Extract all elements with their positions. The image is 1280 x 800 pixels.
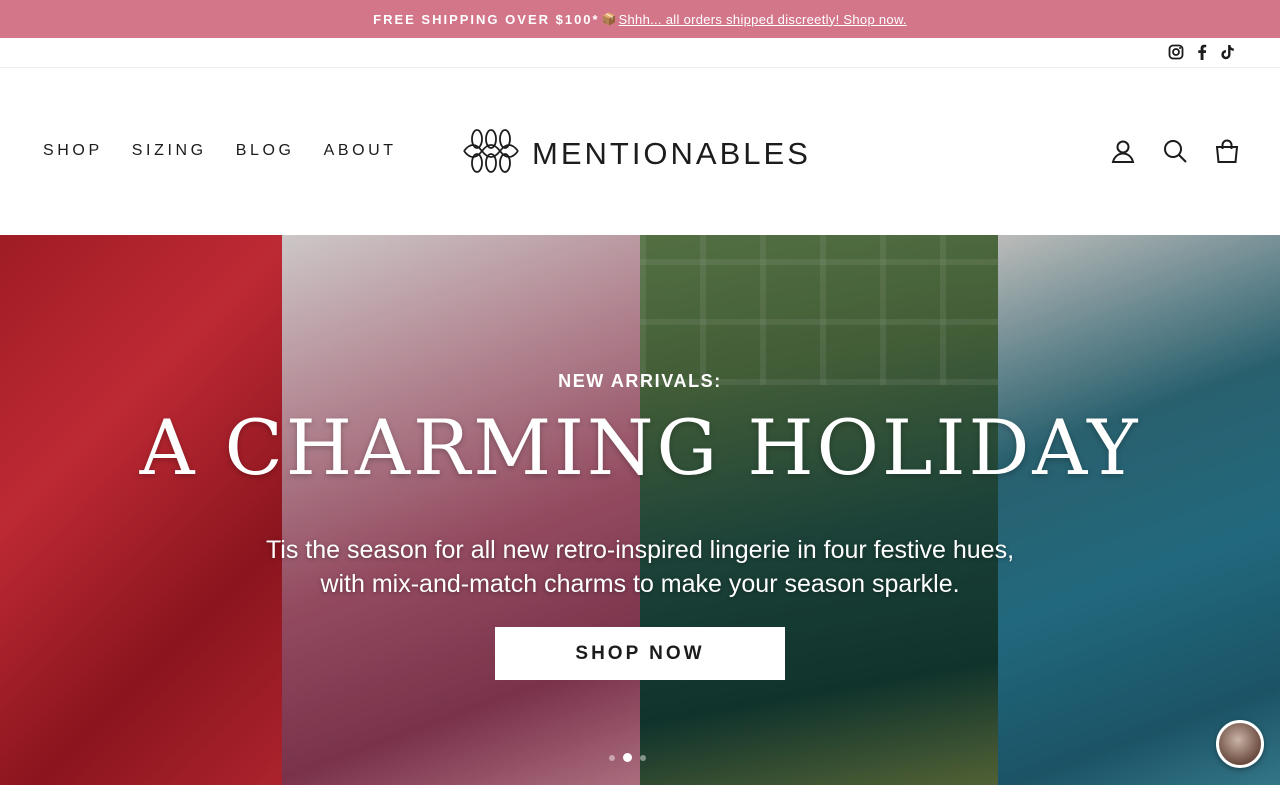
shop-now-button[interactable]: SHOP NOW xyxy=(495,627,785,680)
hero-subtitle: Tis the season for all new retro-inspire… xyxy=(0,533,1280,601)
instagram-icon[interactable] xyxy=(1168,44,1184,60)
box-icon: 📦 xyxy=(601,12,617,26)
logo[interactable]: MENTIONABLES xyxy=(460,126,811,181)
cart-icon[interactable] xyxy=(1214,138,1240,164)
hero-banner[interactable]: NEW ARRIVALS: A CHARMING HOLIDAY Tis the… xyxy=(0,235,1280,785)
slide-dot-2[interactable] xyxy=(623,753,632,762)
discreet-shipping-link[interactable]: Shhh... all orders shipped discreetly! S… xyxy=(619,12,907,27)
hero-headline: A CHARMING HOLIDAY xyxy=(139,403,1141,492)
chat-avatar-icon[interactable] xyxy=(1216,720,1264,768)
logo-wordmark: MENTIONABLES xyxy=(532,135,811,171)
tiktok-icon[interactable] xyxy=(1220,44,1236,60)
social-bar xyxy=(0,38,1280,68)
nav-blog[interactable]: BLOG xyxy=(236,142,295,160)
slide-dots xyxy=(609,753,646,762)
facebook-icon[interactable] xyxy=(1194,44,1210,60)
nav-sizing[interactable]: SIZING xyxy=(132,142,207,160)
slide-dot-3[interactable] xyxy=(640,754,646,761)
free-shipping-text: FREE SHIPPING OVER $100* xyxy=(373,11,600,27)
header-icons xyxy=(1110,138,1240,164)
logo-mark-icon xyxy=(460,126,522,181)
user-icon[interactable] xyxy=(1110,138,1136,164)
hero-subtitle-line-1: Tis the season for all new retro-inspire… xyxy=(265,536,1015,564)
nav-shop[interactable]: SHOP xyxy=(43,142,103,160)
nav-about[interactable]: ABOUT xyxy=(324,142,397,160)
hero-content: NEW ARRIVALS: A CHARMING HOLIDAY Tis the… xyxy=(0,235,1280,785)
hero-kicker: NEW ARRIVALS: xyxy=(558,371,722,391)
main-nav: SHOP SIZING BLOG ABOUT xyxy=(43,142,397,160)
site-header: SHOP SIZING BLOG ABOUT MENTIONABLES xyxy=(0,68,1280,235)
announcement-bar: FREE SHIPPING OVER $100* 📦 Shhh... all o… xyxy=(0,0,1280,38)
hero-subtitle-line-2: with mix-and-match charms to make your s… xyxy=(320,570,960,598)
slide-dot-1[interactable] xyxy=(609,754,615,761)
search-icon[interactable] xyxy=(1162,138,1188,164)
